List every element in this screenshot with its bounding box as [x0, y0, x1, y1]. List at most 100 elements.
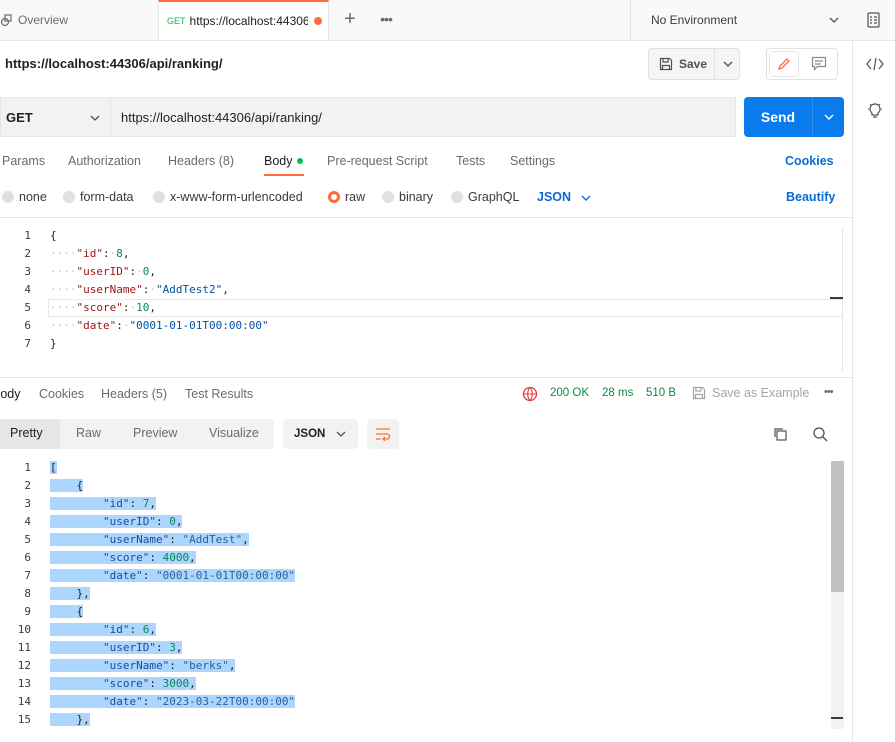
line-number: 3 — [24, 265, 31, 278]
view-preview[interactable]: Preview — [133, 426, 177, 440]
wrap-lines-button[interactable] — [367, 419, 399, 449]
comments-button[interactable] — [805, 51, 835, 77]
line-number: 7 — [24, 337, 31, 350]
view-visualize[interactable]: Visualize — [209, 426, 259, 440]
code-icon[interactable] — [866, 56, 884, 72]
response-tab-test-results[interactable]: Test Results — [185, 387, 253, 401]
view-pretty[interactable]: Pretty — [10, 426, 43, 440]
tab-params[interactable]: Params — [2, 154, 45, 168]
tab-more-button[interactable]: ••• — [374, 8, 398, 32]
radio-urlencoded-label[interactable]: x-www-form-urlencoded — [170, 190, 303, 204]
json-key: "id" — [102, 623, 130, 636]
tab-settings[interactable]: Settings — [510, 154, 555, 168]
unsaved-dot-icon — [313, 17, 322, 25]
body-indicator-dot-icon — [297, 158, 303, 164]
json-value: "AddTest2" — [155, 283, 223, 296]
beautify-link[interactable]: Beautify — [786, 190, 835, 204]
line-number: 14 — [17, 695, 31, 708]
chevron-down-icon[interactable] — [823, 111, 835, 123]
json-key: "date" — [102, 569, 143, 582]
send-label: Send — [760, 109, 796, 125]
code-line: "date": "2023-03-22T00:00:00" — [50, 695, 296, 708]
chevron-down-icon[interactable] — [580, 192, 592, 204]
bracket: { — [76, 479, 84, 492]
send-button[interactable]: Send — [744, 97, 844, 137]
json-value: 6 — [142, 623, 150, 636]
search-icon[interactable] — [812, 426, 828, 442]
globe-icon[interactable] — [522, 386, 538, 402]
code-line: "score": 3000, — [50, 677, 196, 690]
radio-urlencoded[interactable] — [153, 191, 165, 203]
view-raw[interactable]: Raw — [76, 426, 101, 440]
method-label: GET — [6, 109, 33, 125]
code-line: "id": 7, — [50, 497, 156, 510]
code-line: "userID": 3, — [50, 641, 183, 654]
response-format-selector[interactable]: JSON — [283, 419, 358, 449]
tab-body[interactable]: Body — [264, 154, 293, 168]
copy-icon[interactable] — [772, 426, 788, 442]
radio-none[interactable] — [2, 191, 14, 203]
json-value: 4000 — [162, 551, 190, 564]
line-number: 7 — [24, 569, 31, 582]
json-key: "score" — [102, 551, 150, 564]
environment-quicklook-icon[interactable] — [866, 12, 882, 28]
json-value: 0 — [169, 515, 176, 528]
radio-binary[interactable] — [382, 191, 394, 203]
active-tab-underline — [264, 174, 304, 176]
send-divider — [812, 97, 813, 137]
lightbulb-icon[interactable] — [867, 102, 883, 120]
chevron-down-icon[interactable] — [722, 58, 734, 70]
method-selector[interactable]: GET — [0, 97, 110, 137]
radio-binary-label[interactable]: binary — [399, 190, 433, 204]
radio-form-data[interactable] — [63, 191, 75, 203]
environment-label: No Environment — [651, 13, 738, 27]
response-time[interactable]: 28 ms — [602, 387, 633, 399]
json-value: 7 — [142, 497, 150, 510]
response-tab-body[interactable]: Body — [0, 387, 21, 401]
body-format-selector[interactable]: JSON — [537, 190, 571, 204]
tab-headers[interactable]: Headers (8) — [168, 154, 234, 168]
tab-request[interactable]: GET https://localhost:44306 — [158, 0, 329, 40]
response-tab-cookies[interactable]: Cookies — [39, 387, 84, 401]
code-line: ····"userID":·0, — [50, 265, 156, 278]
response-tab-headers[interactable]: Headers (5) — [101, 387, 167, 401]
tab-overview[interactable]: Overview — [0, 0, 158, 40]
json-value: "2023-03-22T00:00:00" — [155, 695, 296, 708]
radio-form-data-label[interactable]: form-data — [80, 190, 134, 204]
tab-method: GET — [167, 16, 186, 26]
new-tab-button[interactable]: + — [338, 8, 362, 32]
tab-tests[interactable]: Tests — [456, 154, 485, 168]
code-line: ····"score":·10, — [50, 301, 156, 314]
save-button[interactable]: Save — [648, 48, 740, 80]
overview-icon — [0, 14, 12, 27]
radio-graphql[interactable] — [451, 191, 463, 203]
save-as-example-button[interactable]: Save as Example — [712, 386, 809, 400]
json-key: "id" — [102, 497, 130, 510]
edit-mode-button[interactable] — [769, 51, 799, 77]
tab-pre-request-script[interactable]: Pre-request Script — [327, 154, 428, 168]
status-code[interactable]: 200 OK — [550, 387, 589, 399]
code-line: "userID": 0, — [50, 515, 183, 528]
radio-raw[interactable] — [328, 191, 340, 203]
code-line: "id": 6, — [50, 623, 156, 636]
json-value: "AddTest" — [182, 533, 243, 546]
response-more-button[interactable]: ••• — [824, 386, 834, 398]
divider — [0, 217, 852, 218]
json-value: "0001-01-01T00:00:00" — [129, 319, 269, 332]
line-number: 6 — [24, 319, 31, 332]
minimap-marker — [831, 717, 843, 719]
line-number: 3 — [24, 497, 31, 510]
line-number: 11 — [17, 641, 31, 654]
request-title[interactable]: https://localhost:44306/api/ranking/ — [5, 56, 222, 71]
response-scroll-thumb[interactable] — [831, 461, 844, 592]
cookies-link[interactable]: Cookies — [785, 154, 834, 168]
url-input[interactable]: https://localhost:44306/api/ranking/ — [110, 97, 736, 137]
tab-authorization[interactable]: Authorization — [68, 154, 141, 168]
response-size[interactable]: 510 B — [646, 387, 676, 399]
environment-selector[interactable]: No Environment — [630, 0, 852, 40]
radio-graphql-label[interactable]: GraphQL — [468, 190, 519, 204]
radio-none-label[interactable]: none — [19, 190, 47, 204]
wrap-lines-icon — [376, 428, 391, 441]
save-divider — [714, 49, 715, 79]
radio-raw-label[interactable]: raw — [345, 190, 365, 204]
